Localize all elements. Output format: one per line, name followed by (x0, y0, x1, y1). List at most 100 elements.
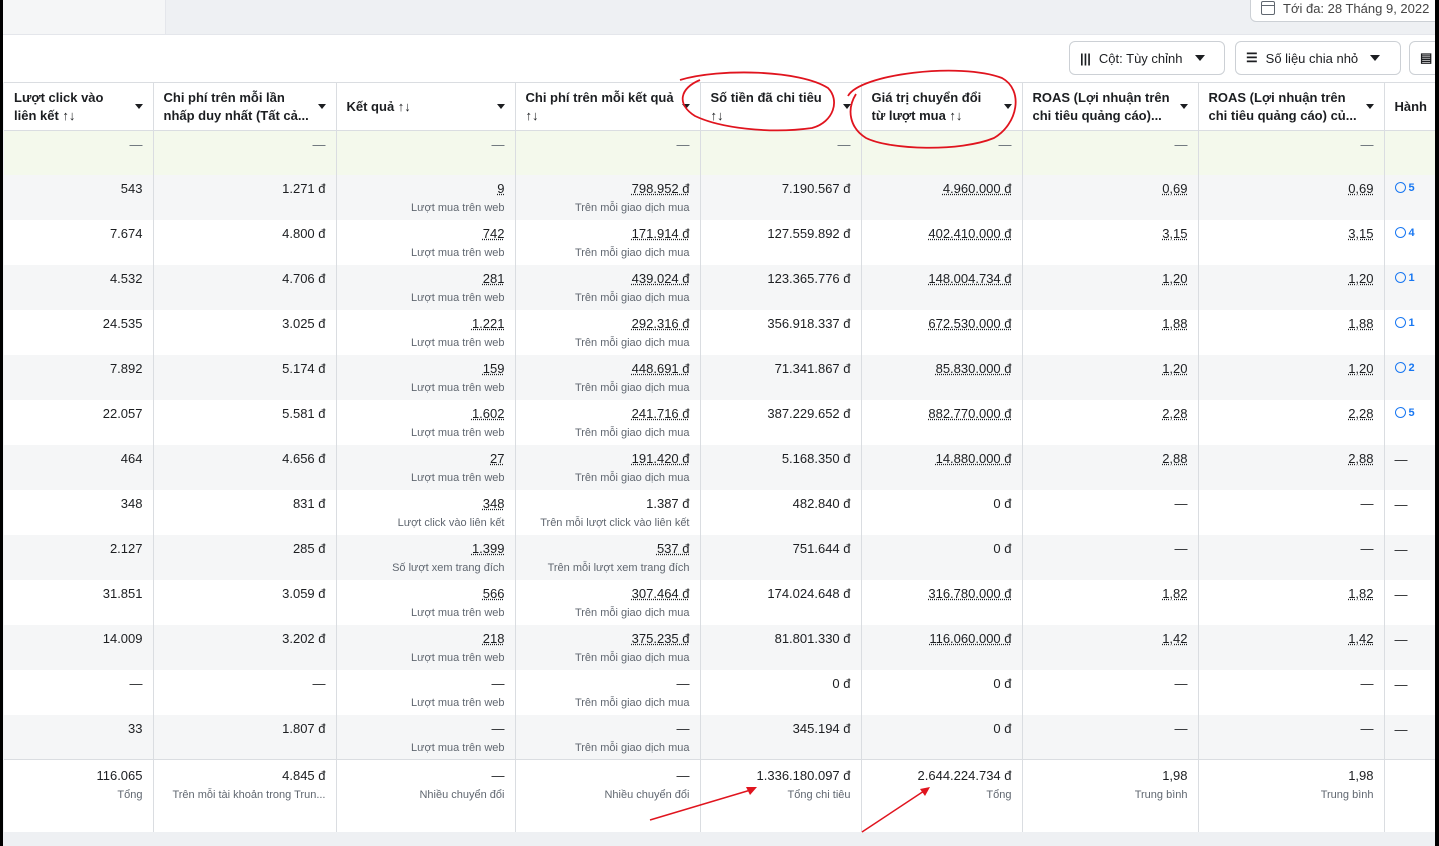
table-row[interactable]: 464 4.656 đ 27 Lượt mua trên web 191.420 đ Tr… (4, 444, 1439, 490)
cost-per-result-cell[interactable]: 292.316 đ Trên mỗi giao dịch mua (515, 309, 701, 355)
purchase-conversion-value-cell-value[interactable]: 402.410.000 đ (928, 226, 1011, 241)
cost-per-result-cell[interactable]: 375.235 đ Trên mỗi giao dịch mua (515, 624, 701, 670)
cost-per-result-cell-value[interactable]: 439.024 đ (632, 271, 690, 286)
table-row[interactable]: 4.532 4.706 đ 281 Lượt mua trên web 439.024 … (4, 264, 1439, 310)
roas-website-cell-value[interactable]: 2,28 (1348, 406, 1373, 421)
column-header[interactable]: Chi phí trên mỗi kết quả ↑↓ (515, 82, 701, 131)
cost-per-result-cell-value[interactable]: 537 đ (657, 541, 690, 556)
table-row[interactable]: 2.127 285 đ 1.399 Số lượt xem trang đích 537… (4, 534, 1439, 580)
purchase-conversion-value-cell-value[interactable]: 85.830.000 đ (936, 361, 1012, 376)
roas-cell-value[interactable]: 1,20 (1162, 361, 1187, 376)
roas-cell[interactable]: 1,20 (1022, 354, 1199, 400)
roas-cell[interactable]: 1,20 (1022, 264, 1199, 310)
results-cell-value[interactable]: 281 (483, 271, 505, 286)
table-row[interactable]: 348 831 đ 348 Lượt click vào liên kết 1.387 … (4, 489, 1439, 535)
purchase-conversion-value-cell-value[interactable]: 4.960.000 đ (943, 181, 1012, 196)
roas-cell[interactable]: 2,88 (1022, 444, 1199, 490)
roas-cell-value[interactable]: 1,88 (1162, 316, 1187, 331)
results-cell[interactable]: 742 Lượt mua trên web (336, 219, 516, 265)
purchase-conversion-value-cell[interactable]: 672.530.000 đ (861, 309, 1023, 355)
roas-cell-value[interactable]: 1,20 (1162, 271, 1187, 286)
results-cell-value[interactable]: 1.399 (472, 541, 505, 556)
column-header[interactable]: ROAS (Lợi nhuận trên chi tiêu quảng cáo)… (1198, 82, 1385, 131)
chevron-down-icon[interactable] (1365, 104, 1374, 109)
roas-cell-value[interactable]: 0,69 (1162, 181, 1187, 196)
roas-website-cell[interactable]: 2,88 (1198, 444, 1385, 490)
cost-per-result-cell-value[interactable]: 375.235 đ (632, 631, 690, 646)
purchase-conversion-value-cell[interactable]: 402.410.000 đ (861, 219, 1023, 265)
roas-website-cell[interactable]: 1,20 (1198, 264, 1385, 310)
roas-website-cell-value[interactable]: 1,20 (1348, 361, 1373, 376)
cost-per-result-cell-value[interactable]: 798.952 đ (632, 181, 690, 196)
chevron-down-icon[interactable] (496, 104, 505, 109)
chevron-down-icon[interactable] (1003, 104, 1012, 109)
actions-value[interactable]: 4 (1409, 227, 1415, 239)
roas-cell[interactable]: 1,82 (1022, 579, 1199, 625)
roas-cell-value[interactable]: 1,42 (1162, 631, 1187, 646)
cost-per-result-cell[interactable]: 537 đ Trên mỗi lượt xem trang đích (515, 534, 701, 580)
roas-cell-value[interactable]: 1,82 (1162, 586, 1187, 601)
purchase-conversion-value-cell[interactable]: 14.880.000 đ (861, 444, 1023, 490)
roas-website-cell[interactable]: 1,42 (1198, 624, 1385, 670)
roas-cell-value[interactable]: 2,88 (1162, 451, 1187, 466)
roas-website-cell-value[interactable]: 2,88 (1348, 451, 1373, 466)
actions-cell[interactable]: 5 (1384, 399, 1439, 445)
horizontal-scrollbar[interactable] (0, 832, 1439, 846)
purchase-conversion-value-cell[interactable]: 85.830.000 đ (861, 354, 1023, 400)
column-header[interactable]: Giá trị chuyển đổi từ lượt mua ↑↓ (861, 82, 1023, 131)
results-cell[interactable]: 218 Lượt mua trên web (336, 624, 516, 670)
roas-website-cell-value[interactable]: 3,15 (1348, 226, 1373, 241)
roas-cell[interactable]: 1,42 (1022, 624, 1199, 670)
purchase-conversion-value-cell[interactable]: 116.060.000 đ (861, 624, 1023, 670)
table-row[interactable]: 22.057 5.581 đ 1.602 Lượt mua trên web 241.7… (4, 399, 1439, 445)
roas-website-cell[interactable]: 0,69 (1198, 174, 1385, 220)
chevron-down-icon[interactable] (681, 104, 690, 109)
date-range-picker[interactable]: Tới đa: 28 Tháng 9, 2022 (1250, 0, 1439, 22)
results-cell[interactable]: 159 Lượt mua trên web (336, 354, 516, 400)
roas-cell[interactable]: 2,28 (1022, 399, 1199, 445)
results-cell-value[interactable]: 27 (490, 451, 504, 466)
purchase-conversion-value-cell-value[interactable]: 672.530.000 đ (928, 316, 1011, 331)
cost-per-result-cell-value[interactable]: 307.464 đ (632, 586, 690, 601)
results-cell-value[interactable]: 9 (497, 181, 504, 196)
roas-website-cell[interactable]: 1,20 (1198, 354, 1385, 400)
results-cell-value[interactable]: 218 (483, 631, 505, 646)
results-cell-value[interactable]: 1.221 (472, 316, 505, 331)
actions-value[interactable]: 5 (1409, 182, 1415, 194)
purchase-conversion-value-cell-value[interactable]: 14.880.000 đ (936, 451, 1012, 466)
actions-cell[interactable]: 4 (1384, 219, 1439, 265)
breakdown-button[interactable]: ☰ Số liệu chia nhỏ (1235, 41, 1401, 75)
results-cell-value[interactable]: 348 (483, 496, 505, 511)
results-cell[interactable]: 1.399 Số lượt xem trang đích (336, 534, 516, 580)
cost-per-result-cell-value[interactable]: 171.914 đ (632, 226, 690, 241)
column-header[interactable]: Chi phí trên mỗi lần nhấp duy nhất (Tất … (153, 82, 337, 131)
actions-value[interactable]: 1 (1409, 272, 1415, 284)
column-header[interactable]: ROAS (Lợi nhuận trên chi tiêu quảng cáo)… (1022, 82, 1199, 131)
results-cell[interactable]: 9 Lượt mua trên web (336, 174, 516, 220)
results-cell[interactable]: 281 Lượt mua trên web (336, 264, 516, 310)
roas-cell[interactable]: 1,88 (1022, 309, 1199, 355)
actions-value[interactable]: 1 (1409, 317, 1415, 329)
roas-cell[interactable]: 0,69 (1022, 174, 1199, 220)
cost-per-result-cell-value[interactable]: 292.316 đ (632, 316, 690, 331)
purchase-conversion-value-cell-value[interactable]: 316.780.000 đ (928, 586, 1011, 601)
purchase-conversion-value-cell-value[interactable]: 148.004.734 đ (928, 271, 1011, 286)
roas-cell-value[interactable]: 2,28 (1162, 406, 1187, 421)
results-cell[interactable]: 27 Lượt mua trên web (336, 444, 516, 490)
table-row[interactable]: 31.851 3.059 đ 566 Lượt mua trên web 307.464… (4, 579, 1439, 625)
cost-per-result-cell[interactable]: 241.716 đ Trên mỗi giao dịch mua (515, 399, 701, 445)
roas-website-cell[interactable]: 3,15 (1198, 219, 1385, 265)
cost-per-result-cell[interactable]: 191.420 đ Trên mỗi giao dịch mua (515, 444, 701, 490)
results-cell[interactable]: 1.602 Lượt mua trên web (336, 399, 516, 445)
cost-per-result-cell[interactable]: 171.914 đ Trên mỗi giao dịch mua (515, 219, 701, 265)
results-cell-value[interactable]: 566 (483, 586, 505, 601)
cost-per-result-cell[interactable]: 439.024 đ Trên mỗi giao dịch mua (515, 264, 701, 310)
purchase-conversion-value-cell[interactable]: 316.780.000 đ (861, 579, 1023, 625)
column-header[interactable]: Số tiền đã chi tiêu ↑↓ (700, 82, 862, 131)
chevron-down-icon[interactable] (842, 104, 851, 109)
results-cell-value[interactable]: 159 (483, 361, 505, 376)
results-cell-value[interactable]: 1.602 (472, 406, 505, 421)
chevron-down-icon[interactable] (317, 104, 326, 109)
roas-website-cell[interactable]: 1,82 (1198, 579, 1385, 625)
results-cell[interactable]: 566 Lượt mua trên web (336, 579, 516, 625)
